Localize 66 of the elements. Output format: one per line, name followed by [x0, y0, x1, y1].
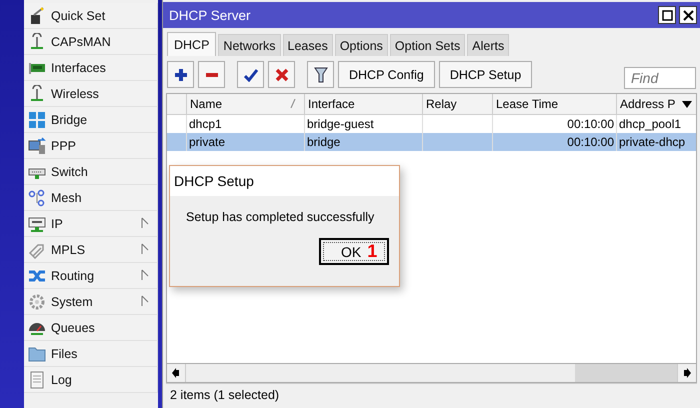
column-header[interactable]: Interface — [304, 94, 422, 114]
nodes-icon — [28, 188, 46, 206]
add-button[interactable] — [167, 61, 194, 88]
close-button[interactable] — [679, 6, 697, 24]
submenu-arrow-icon — [141, 243, 149, 255]
scrollbar-thumb[interactable] — [575, 364, 677, 382]
right-arrow-icon — [683, 368, 691, 378]
arrows-icon — [28, 110, 46, 128]
menu-item[interactable]: PPP — [24, 133, 158, 159]
menu-item[interactable]: Bridge — [24, 107, 158, 133]
menu-item[interactable]: Files — [24, 341, 158, 367]
square-icon — [662, 10, 672, 20]
antenna-icon — [28, 84, 46, 102]
tab[interactable]: Option Sets — [390, 34, 466, 56]
left-arrow-icon — [172, 368, 180, 378]
wand-icon — [28, 6, 46, 24]
submenu-arrow-icon — [141, 295, 149, 307]
menu-item[interactable]: Switch — [24, 159, 158, 185]
maximize-button[interactable] — [658, 6, 676, 24]
menu-item[interactable]: Routing — [24, 263, 158, 289]
step-number: 1 — [367, 241, 378, 262]
menu-item[interactable]: Log — [24, 367, 158, 393]
close-icon — [682, 10, 694, 20]
column-header[interactable]: Address P — [616, 94, 696, 114]
column-header[interactable]: Lease Time — [492, 94, 616, 114]
submenu-arrow-icon — [141, 269, 149, 281]
submenu-arrow-icon — [141, 217, 149, 229]
dialog-title: DHCP Setup — [170, 166, 399, 196]
plus-icon — [174, 68, 188, 82]
remove-button[interactable] — [198, 61, 225, 88]
screen-icon — [28, 214, 46, 232]
menu-item[interactable]: Quick Set — [24, 3, 158, 29]
toolbar-button[interactable]: DHCP Setup — [438, 61, 532, 88]
menu-item[interactable]: Mesh — [24, 185, 158, 211]
tab[interactable]: Options — [334, 34, 388, 56]
column-header[interactable]: Relay — [422, 94, 492, 114]
tab[interactable]: DHCP — [167, 32, 216, 56]
window-title: DHCP Server — [169, 8, 252, 22]
toolbar-button[interactable]: DHCP Config — [338, 61, 435, 88]
menu-item[interactable]: IP — [24, 211, 158, 237]
menu-item[interactable]: Wireless — [24, 81, 158, 107]
menu-item[interactable]: Queues — [24, 315, 158, 341]
funnel-icon — [314, 66, 328, 82]
tab[interactable]: Alerts — [467, 34, 510, 56]
enable-button[interactable] — [237, 61, 264, 88]
cross-icon — [274, 68, 288, 82]
search-field[interactable]: Find — [624, 66, 696, 88]
disable-button[interactable] — [268, 61, 295, 88]
tab[interactable]: Networks — [218, 34, 281, 56]
column-header[interactable]: Name — [186, 94, 304, 114]
table-row[interactable]: private bridge 00:10:00 private-dhcp — [167, 133, 696, 151]
menu-item[interactable]: CAPsMAN — [24, 29, 158, 55]
antenna-icon — [28, 32, 46, 50]
checkmark-icon — [244, 68, 258, 82]
dialog-message: Setup has completed successfully — [186, 210, 376, 224]
folder-icon — [28, 344, 46, 362]
gear-icon — [28, 292, 46, 310]
menu-item[interactable]: Interfaces — [24, 55, 158, 81]
ok-button[interactable]: OK 1 — [319, 238, 389, 265]
document-icon — [28, 370, 46, 388]
monitor-icon — [28, 136, 46, 154]
filter-button[interactable] — [307, 61, 334, 88]
menu-item[interactable]: MPLS — [24, 237, 158, 263]
status-bar: 2 items (1 selected) — [166, 383, 697, 406]
tab[interactable]: Leases — [282, 34, 333, 56]
menu-item[interactable]: System — [24, 289, 158, 315]
